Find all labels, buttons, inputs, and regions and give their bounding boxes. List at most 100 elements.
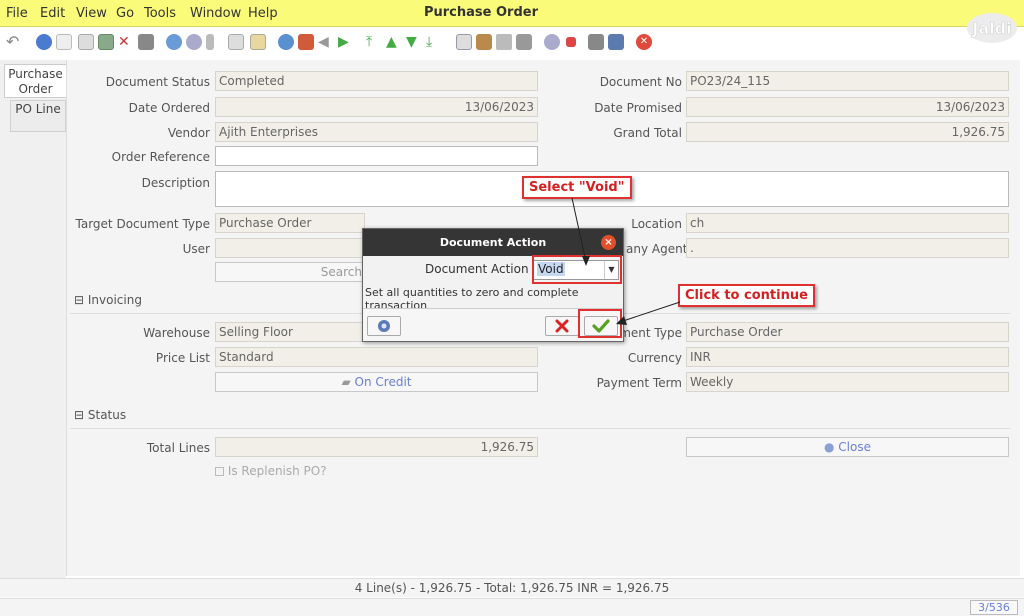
next-record-icon[interactable]: ▼: [406, 34, 422, 50]
document-no-field[interactable]: PO23/24_115: [686, 71, 1009, 91]
is-replenish-checkbox[interactable]: [215, 467, 224, 476]
attachment-icon[interactable]: [206, 34, 214, 50]
is-replenish-row: Is Replenish PO?: [215, 464, 327, 478]
ok-highlight-box: [578, 309, 622, 338]
vendor-label: Vendor: [167, 126, 210, 140]
new-record-icon[interactable]: [56, 34, 72, 50]
archive-icon[interactable]: [476, 34, 492, 50]
logo-text: Jaldi: [971, 19, 1011, 38]
document-no-label: Document No: [599, 75, 682, 89]
user-field[interactable]: [215, 238, 365, 258]
tab-po-line[interactable]: PO Line: [10, 100, 66, 132]
home-page-icon[interactable]: [298, 34, 314, 50]
close-button[interactable]: ● Close: [686, 437, 1009, 457]
dialog-close-icon[interactable]: ×: [601, 235, 616, 250]
price-list-field[interactable]: Standard: [215, 347, 538, 367]
close-order-icon: ●: [824, 440, 839, 454]
tab-purchase-order[interactable]: Purchase Order: [4, 64, 66, 98]
date-promised-field[interactable]: 13/06/2023: [686, 97, 1009, 117]
request-icon[interactable]: [588, 34, 604, 50]
status-section-header[interactable]: ⊟ Status: [74, 408, 126, 422]
delete-selection-icon[interactable]: [138, 34, 154, 50]
total-lines-label: Total Lines: [146, 441, 210, 455]
document-status-label: Document Status: [105, 75, 210, 89]
chat-icon[interactable]: [228, 34, 244, 50]
detail-record-icon[interactable]: ▶: [338, 34, 354, 50]
is-replenish-label: Is Replenish PO?: [227, 464, 327, 478]
invoicing-section-header[interactable]: ⊟ Invoicing: [74, 293, 142, 307]
save-icon[interactable]: [98, 34, 114, 50]
history-icon[interactable]: [250, 34, 266, 50]
search-button[interactable]: Search: [215, 262, 365, 282]
record-pager[interactable]: 3/536: [970, 600, 1018, 615]
order-reference-label: Order Reference: [111, 150, 210, 164]
refresh-icon[interactable]: [166, 34, 182, 50]
status-divider: [70, 428, 1010, 429]
on-credit-button[interactable]: ▰ On Credit: [215, 372, 538, 392]
copy-icon[interactable]: [78, 34, 94, 50]
window-title: Purchase Order: [423, 5, 538, 20]
user-label: User: [182, 242, 210, 256]
print-icon[interactable]: [516, 34, 532, 50]
help-icon[interactable]: [36, 34, 52, 50]
order-reference-input[interactable]: [215, 146, 538, 166]
target-doc-type-label: Target Document Type: [75, 217, 210, 231]
print-preview-icon[interactable]: [496, 34, 512, 50]
invoicing-section-label: Invoicing: [87, 293, 142, 307]
location-field[interactable]: ch: [686, 213, 1009, 233]
company-agent-label: any Agent: [626, 242, 688, 256]
tab-strip: Purchase Order PO Line: [0, 60, 66, 580]
date-ordered-label: Date Ordered: [128, 101, 210, 115]
previous-record-icon[interactable]: ▲: [386, 34, 402, 50]
credit-icon: ▰: [341, 375, 355, 389]
workflow-icon[interactable]: [566, 37, 576, 47]
grand-total-field[interactable]: 1,926.75: [686, 122, 1009, 142]
parent-record-icon[interactable]: ◀: [318, 34, 334, 50]
settings-button[interactable]: [367, 316, 401, 336]
location-label: Location: [631, 217, 682, 231]
dialog-title: Document Action: [439, 236, 547, 249]
void-highlight-box: [532, 255, 622, 284]
description-label: Description: [141, 176, 210, 190]
action-description: Set all quantities to zero and complete …: [365, 286, 579, 308]
product-info-icon[interactable]: [608, 34, 624, 50]
report-icon[interactable]: [456, 34, 472, 50]
document-status-field[interactable]: Completed: [215, 71, 538, 91]
menu-bar: File Edit View Go Tools Window Help Purc…: [0, 0, 1024, 27]
summary-statusbar: 4 Line(s) - 1,926.75 - Total: 1,926.75 I…: [0, 578, 1024, 597]
delete-icon[interactable]: ✕: [118, 34, 134, 50]
payment-term-label: Payment Term: [596, 376, 682, 390]
zoom-across-icon[interactable]: [544, 34, 560, 50]
toolbar: ↶ ✕ ◀ ▶ ⤒ ▲ ▼ ⤓ ✕: [0, 28, 960, 58]
first-record-icon[interactable]: ⤒: [366, 34, 382, 50]
click-continue-callout: Click to continue: [678, 284, 815, 307]
close-button-label: Close: [838, 440, 871, 454]
total-lines-field[interactable]: 1,926.75: [215, 437, 538, 457]
status-section-label: Status: [87, 408, 127, 422]
company-agent-field[interactable]: .: [686, 238, 1009, 258]
select-void-callout: Select "Void": [522, 176, 632, 199]
vendor-field[interactable]: Ajith Enterprises: [215, 122, 538, 142]
document-action-label: Document Action: [425, 262, 529, 276]
undo-icon[interactable]: ↶: [6, 34, 22, 50]
currency-field[interactable]: INR: [686, 347, 1009, 367]
warehouse-label: Warehouse: [143, 326, 210, 340]
jaldi-logo: Jaldi: [967, 13, 1017, 43]
last-record-icon[interactable]: ⤓: [426, 34, 442, 50]
currency-label: Currency: [627, 351, 682, 365]
on-credit-label: On Credit: [354, 375, 412, 389]
grand-total-label: Grand Total: [613, 126, 682, 140]
close-window-icon[interactable]: ✕: [636, 34, 652, 50]
home-icon[interactable]: [278, 34, 294, 50]
gear-icon: [378, 320, 390, 332]
payment-term-field[interactable]: Weekly: [686, 372, 1009, 392]
date-promised-label: Date Promised: [594, 101, 682, 115]
document-type-field[interactable]: Purchase Order: [686, 322, 1009, 342]
cancel-icon: [555, 319, 569, 333]
cancel-button[interactable]: [545, 316, 579, 336]
bottom-statusbar: 3/536: [0, 598, 1024, 616]
target-doc-type-field[interactable]: Purchase Order: [215, 213, 365, 233]
dialog-titlebar: Document Action ×: [363, 229, 623, 256]
date-ordered-field[interactable]: 13/06/2023: [215, 97, 538, 117]
find-icon[interactable]: [186, 34, 202, 50]
